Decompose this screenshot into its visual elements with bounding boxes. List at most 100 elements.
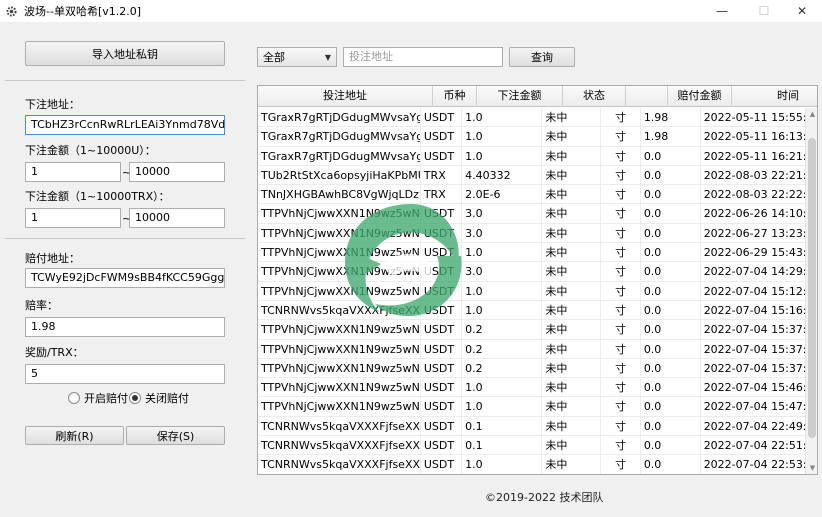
title-bar: 波场--单双哈希[v1.2.0] — ☐ ✕ <box>0 0 822 22</box>
import-address-key-button[interactable]: 导入地址私钥 <box>25 41 225 66</box>
bet-amount-cell: 1.0 <box>462 243 543 262</box>
time-cell: 2022-08-03 22:21:00 <box>703 168 805 182</box>
scroll-down-icon[interactable]: ▼ <box>806 464 817 472</box>
bet-address-cell: TGraxR7gRTjDGdugMWvsaYg9Vj1... <box>258 146 421 165</box>
vertical-scrollbar[interactable]: ▲ ▼ <box>805 108 817 474</box>
status-symbol: 寸 <box>615 207 627 221</box>
coin-cell: USDT <box>421 127 463 146</box>
status-cell: 未中 <box>542 262 602 281</box>
table-row[interactable]: TCNRNWvs5kqaVXXXFjfseXXiGJt...USDT1.0未中寸… <box>258 300 805 321</box>
table-row[interactable]: TTPVhNjCjwwXXN1N9wz5wNqQ8...USDT0.2未中寸 0.… <box>258 358 805 379</box>
odds-input[interactable]: 1.98 <box>25 317 225 337</box>
table-row[interactable]: TTPVhNjCjwwXXN1N9wz5wNqQ8...USDT1.0未中寸 0.… <box>258 378 805 398</box>
table-row[interactable]: TTPVhNjCjwwXXN1N9wz5wNqQ8...USDT0.2未中寸 0.… <box>258 320 805 340</box>
bet-amount-cell: 3.0 <box>462 204 543 223</box>
enable-payout-radio[interactable]: 开启赔付 <box>68 390 128 406</box>
table-row[interactable]: TUb2RtStXca6opsyjiHaKPbMUuEL...TRX4.4033… <box>258 165 805 186</box>
time-cell: 2022-05-11 15:55:27 <box>703 111 805 124</box>
minimize-button[interactable]: — <box>702 0 742 22</box>
coin-cell: USDT <box>421 436 463 455</box>
status-cell: 未中 <box>542 108 602 127</box>
table-row[interactable]: TTPVhNjCjwwXXN1N9wz5wNqQ8...USDT3.0未中寸 0.… <box>258 204 805 224</box>
usdt-min-input[interactable]: 1 <box>25 162 121 182</box>
maximize-button[interactable]: ☐ <box>744 0 784 22</box>
table-row[interactable]: TCNRNWvs5kqaVXXXFjfseXXiGJt...USDT0.1未中寸… <box>258 436 805 456</box>
coin-cell: USDT <box>421 262 463 281</box>
symbol-cell: 寸 <box>601 185 641 204</box>
table-row[interactable]: TCNRNWvs5kqaVXXXFjfseXXiGJt...USDT1.0未中寸… <box>258 455 805 474</box>
coin-cell: USDT <box>421 281 463 300</box>
usdt-max-input[interactable]: 10000 <box>129 162 225 182</box>
search-address-input[interactable]: 投注地址 <box>343 47 503 67</box>
time-cell: 2022-07-04 22:53:09 <box>703 458 805 472</box>
symbol-cell: 寸 <box>601 358 641 378</box>
table-row[interactable]: TTPVhNjCjwwXXN1N9wz5wNqQ8...USDT1.0未中寸 0.… <box>258 281 805 301</box>
refresh-button[interactable]: 刷新(R) <box>25 426 124 445</box>
select-value: 全部 <box>263 51 285 64</box>
symbol-cell: 寸 <box>601 436 641 455</box>
radio-circle[interactable] <box>129 392 141 404</box>
table-row[interactable]: TTPVhNjCjwwXXN1N9wz5wNqQ8...USDT1.0未中寸 0.… <box>258 243 805 263</box>
column-header[interactable]: 币种 <box>433 86 477 107</box>
coin-cell: USDT <box>421 455 463 474</box>
table-row[interactable]: TGraxR7gRTjDGdugMWvsaYg9Vj1...USDT1.0未中寸… <box>258 146 805 166</box>
pay-address-input[interactable]: TCWyE92jDcFWM9sBB4fKCC59GggBxatL <box>25 268 225 288</box>
bet-amount-cell: 3.0 <box>462 223 543 243</box>
bet-address-cell: TTPVhNjCjwwXXN1N9wz5wNqQ8... <box>258 320 421 339</box>
time-cell: 2022-07-04 15:37:57 <box>703 361 805 375</box>
status-symbol: 寸 <box>615 188 627 202</box>
trx-max-input[interactable]: 10000 <box>129 208 225 228</box>
status-cell: 未中 <box>542 320 602 339</box>
bet-amount-cell: 0.1 <box>462 436 543 455</box>
table-row[interactable]: TTPVhNjCjwwXXN1N9wz5wNqQ8...USDT3.0未中寸 0.… <box>258 223 805 244</box>
query-button[interactable]: 查询 <box>509 47 575 67</box>
table-row[interactable]: TTPVhNjCjwwXXN1N9wz5wNqQ8...USDT3.0未中寸 0.… <box>258 262 805 282</box>
bet-address-cell: TGraxR7gRTjDGdugMWvsaYg9Vj1... <box>258 108 421 127</box>
status-cell: 未中 <box>542 339 602 358</box>
coin-filter-select[interactable]: 全部 ▼ <box>257 47 337 67</box>
status-cell: 未中 <box>542 436 602 455</box>
bet-address-input[interactable]: TCbHZ3rCcnRwRLrLEAi3Ynmd78Vdaqqd <box>25 115 225 135</box>
status-symbol: 寸 <box>615 381 627 395</box>
table-row[interactable]: TGraxR7gRTjDGdugMWvsaYg9Vj1...USDT1.0未中寸… <box>258 108 805 128</box>
time-cell: 2022-07-04 15:16:00 <box>703 303 805 317</box>
time-cell: 2022-07-04 15:46:57 <box>703 381 805 395</box>
symbol-cell: 寸 <box>601 223 641 243</box>
bet-address-cell: TTPVhNjCjwwXXN1N9wz5wNqQ8... <box>258 204 421 223</box>
scroll-up-icon[interactable]: ▲ <box>806 110 817 118</box>
status-cell: 未中 <box>542 223 602 243</box>
status-cell: 未中 <box>542 397 602 416</box>
column-header[interactable]: 状态 <box>563 86 626 107</box>
payout-cell: 0.0 <box>641 146 701 165</box>
coin-cell: USDT <box>421 243 463 262</box>
time-cell: 2022-06-27 13:23:24 <box>703 226 805 240</box>
table-row[interactable]: TTPVhNjCjwwXXN1N9wz5wNqQ8...USDT0.2未中寸 0.… <box>258 339 805 359</box>
status-cell: 未中 <box>542 281 602 300</box>
scrollbar-thumb[interactable] <box>808 138 816 438</box>
trx-min-input[interactable]: 1 <box>25 208 121 228</box>
bet-amount-cell: 0.1 <box>462 416 543 436</box>
coin-cell: USDT <box>421 108 463 127</box>
bet-amount-cell: 1.0 <box>462 378 543 397</box>
table-header: 投注地址 币种 下注金额 状态 赔付金额 时间 + <box>258 86 817 107</box>
symbol-cell: 寸 <box>601 416 641 436</box>
reward-input[interactable]: 5 <box>25 364 225 384</box>
payout-cell: 1.98 <box>641 108 701 127</box>
table-row[interactable]: TTPVhNjCjwwXXN1N9wz5wNqQ8...USDT1.0未中寸 0.… <box>258 397 805 417</box>
coin-cell: USDT <box>421 378 463 397</box>
payout-cell: 0.0 <box>641 300 701 320</box>
close-button[interactable]: ✕ <box>782 0 822 22</box>
table-row[interactable]: TNnJXHGBAwhBC8VgWjqLDzEbY...TRX2.0E-6未中寸… <box>258 185 805 205</box>
bet-amount-cell: 1.0 <box>462 127 543 146</box>
table-row[interactable]: TCNRNWvs5kqaVXXXFjfseXXiGJt...USDT0.1未中寸… <box>258 416 805 437</box>
save-button[interactable]: 保存(S) <box>126 426 225 445</box>
table-row[interactable]: TGraxR7gRTjDGdugMWvsaYg9Vj1...USDT1.0未中寸… <box>258 127 805 147</box>
column-header[interactable]: 赔付金额 <box>668 86 732 107</box>
disable-payout-radio[interactable]: 关闭赔付 <box>129 390 189 406</box>
odds-label: 赔率： <box>25 299 58 312</box>
column-header[interactable]: 投注地址 <box>258 86 433 107</box>
column-header[interactable]: 下注金额 <box>477 86 563 107</box>
radio-circle[interactable] <box>68 392 80 404</box>
column-header[interactable]: 时间 <box>732 86 817 107</box>
column-header[interactable] <box>626 86 668 107</box>
